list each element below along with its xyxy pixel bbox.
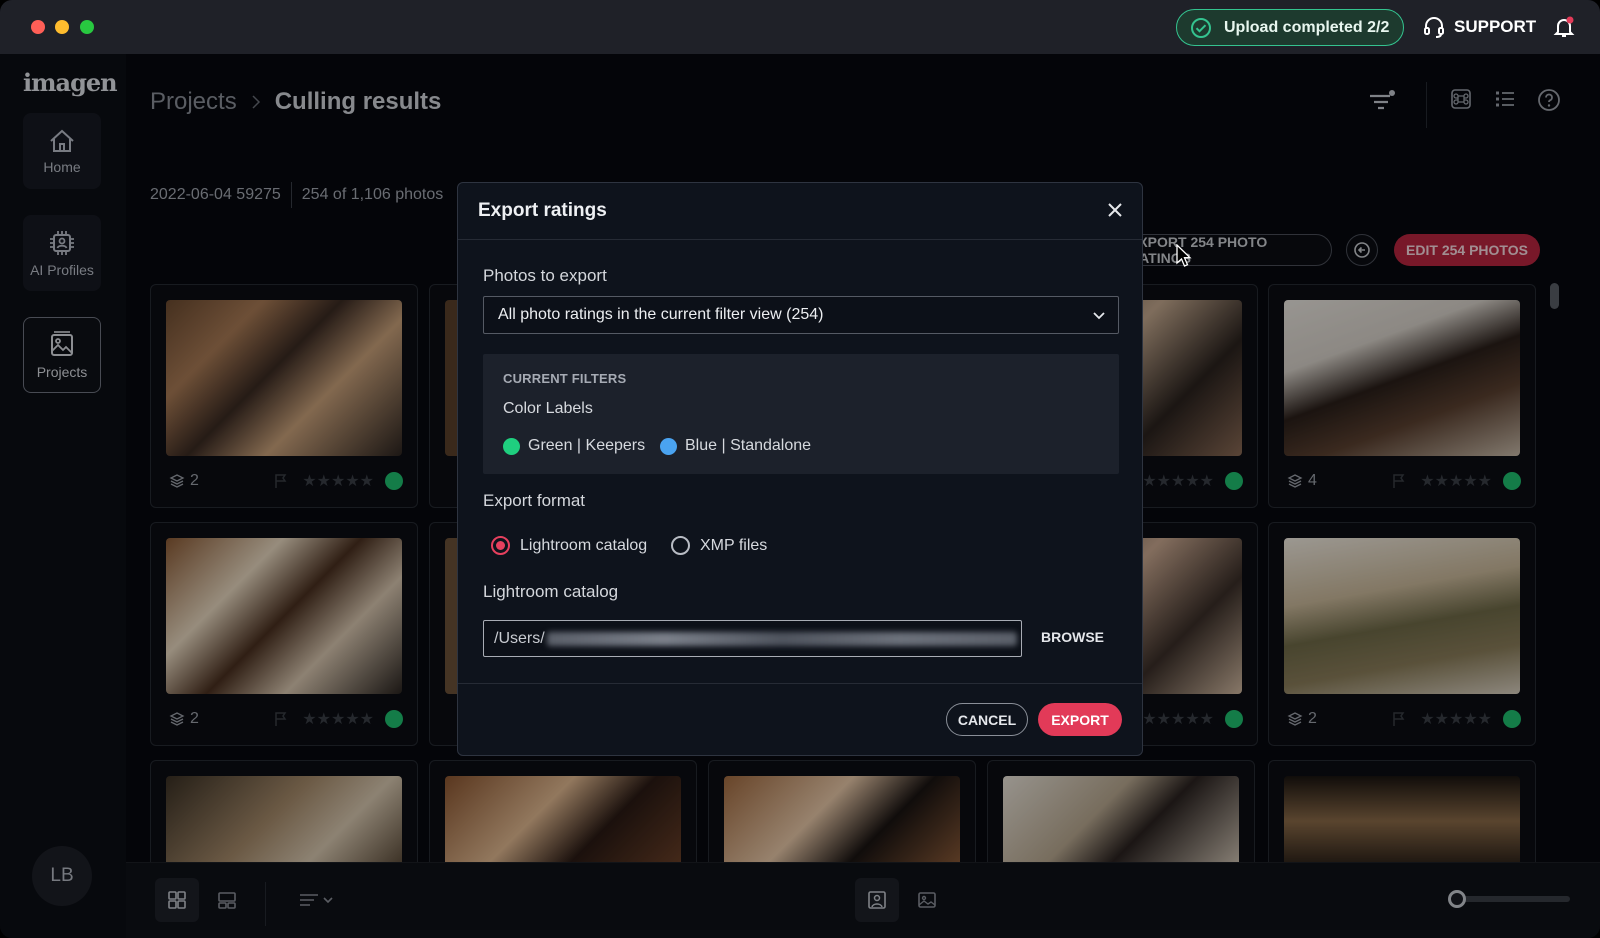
format-lightroom-radio[interactable]: Lightroom catalog — [491, 536, 647, 555]
minimize-window-button[interactable] — [55, 20, 69, 34]
chevron-down-icon — [1093, 312, 1105, 320]
bell-icon — [1553, 16, 1575, 37]
export-button[interactable]: EXPORT — [1038, 703, 1122, 736]
lightroom-catalog-label: Lightroom catalog — [483, 582, 619, 601]
filter-chip-blue: Blue | Standalone — [660, 437, 811, 455]
headset-icon — [1424, 17, 1444, 38]
dialog-footer-divider — [458, 683, 1142, 684]
photos-to-export-label: Photos to export — [483, 266, 607, 285]
green-label-dot — [503, 437, 520, 455]
close-window-button[interactable] — [31, 20, 45, 34]
cancel-button[interactable]: CANCEL — [946, 703, 1028, 736]
dialog-header: Export ratings — [458, 183, 1142, 240]
upload-status-text: Upload completed 2/2 — [1224, 18, 1390, 36]
radio-unselected-icon — [671, 536, 690, 555]
filters-category: Color Labels — [503, 400, 593, 417]
redacted-path — [546, 631, 1017, 646]
format-xmp-radio[interactable]: XMP files — [671, 536, 767, 555]
catalog-path-text: /Users/ — [494, 629, 545, 647]
export-ratings-dialog: Export ratings Photos to export All phot… — [457, 182, 1143, 756]
dialog-close-button[interactable] — [1106, 201, 1124, 224]
photos-to-export-select[interactable]: All photo ratings in the current filter … — [483, 296, 1119, 334]
radio-selected-icon — [491, 536, 510, 555]
mouse-pointer-icon — [1176, 243, 1192, 273]
radio-label: XMP files — [700, 536, 768, 554]
select-value: All photo ratings in the current filter … — [498, 306, 824, 323]
upload-status-badge[interactable]: Upload completed 2/2 — [1176, 9, 1404, 46]
filter-chip-label: Green | Keepers — [528, 437, 646, 454]
radio-label: Lightroom catalog — [520, 536, 648, 554]
support-label: SUPPORT — [1454, 17, 1537, 36]
app-window: Upload completed 2/2 SUPPORT imagen Home… — [0, 0, 1600, 938]
export-format-label: Export format — [483, 491, 586, 510]
blue-label-dot — [660, 437, 677, 455]
filters-heading: CURRENT FILTERS — [503, 371, 627, 386]
current-filters-panel: CURRENT FILTERS Color Labels Green | Kee… — [483, 354, 1119, 474]
filter-chip-label: Blue | Standalone — [685, 437, 812, 454]
title-bar: Upload completed 2/2 SUPPORT — [0, 0, 1600, 54]
check-circle-icon — [1191, 17, 1211, 38]
browse-button[interactable]: BROWSE — [1041, 629, 1104, 645]
support-button[interactable]: SUPPORT — [1422, 15, 1536, 39]
catalog-path-field[interactable]: /Users/ — [483, 620, 1022, 657]
close-icon — [1108, 203, 1122, 217]
dialog-title: Export ratings — [478, 200, 607, 221]
notifications-button[interactable] — [1552, 15, 1576, 44]
filter-chip-green: Green | Keepers — [503, 437, 645, 455]
maximize-window-button[interactable] — [80, 20, 94, 34]
